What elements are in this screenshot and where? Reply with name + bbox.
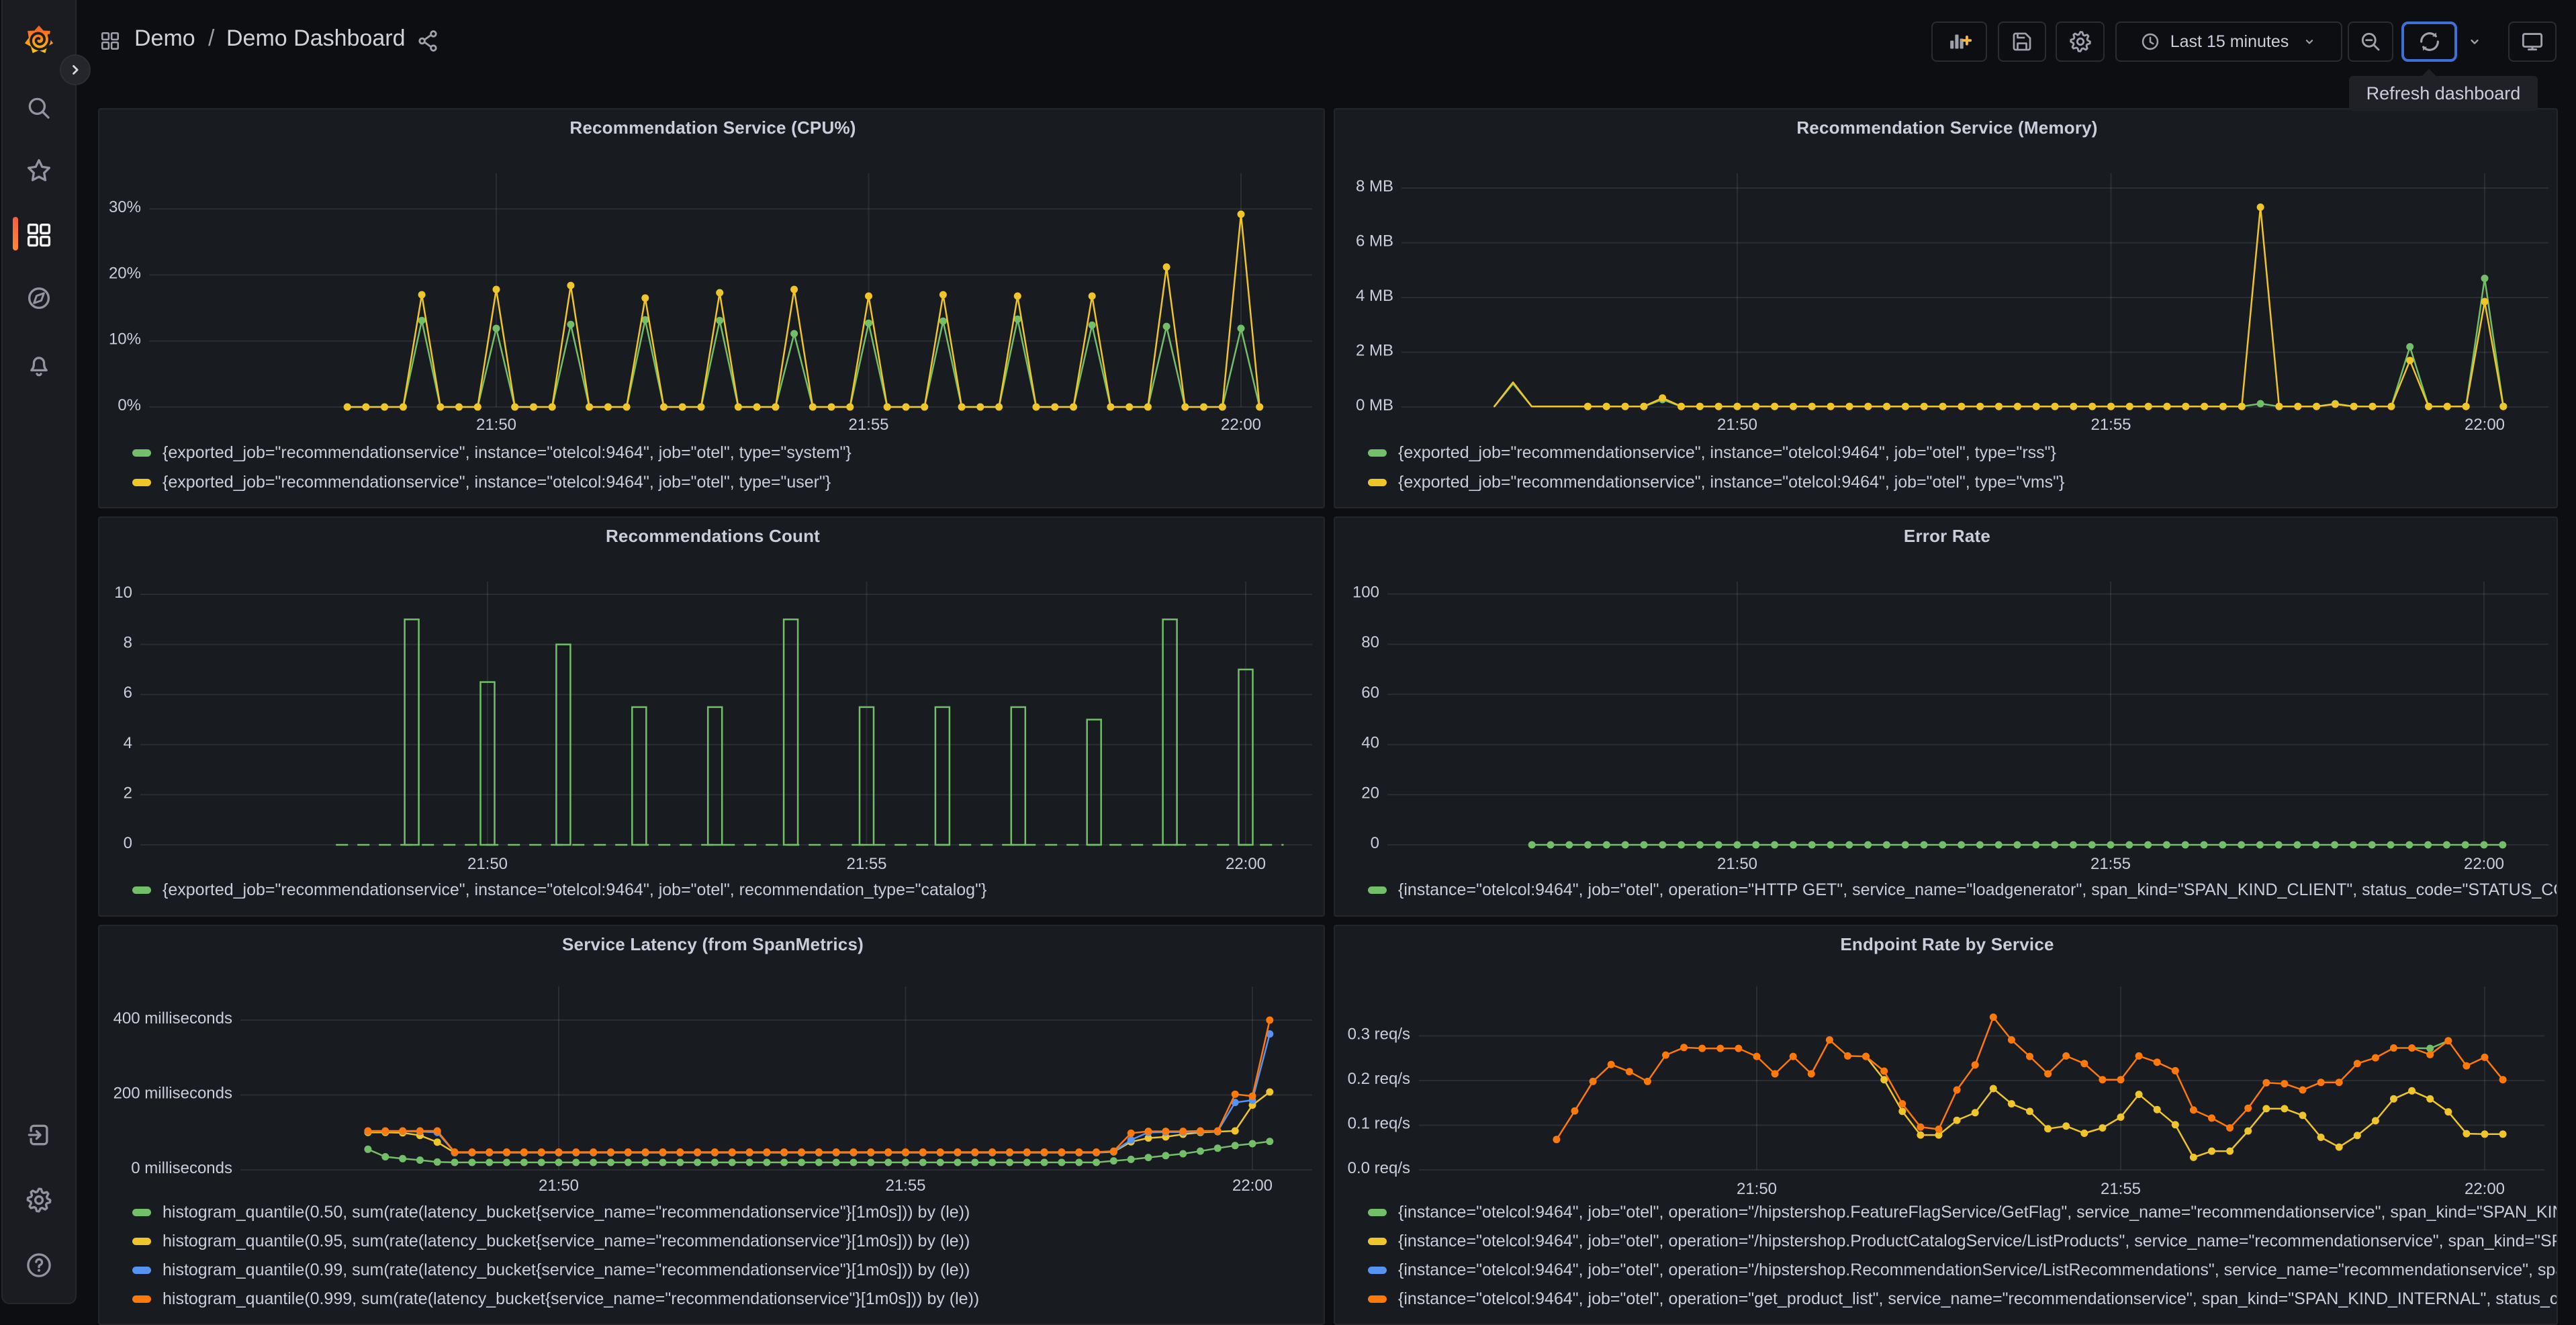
svg-text:21:55: 21:55 [885,1177,925,1195]
svg-text:0: 0 [124,834,132,852]
svg-text:200 milliseconds: 200 milliseconds [113,1085,232,1103]
svg-text:60: 60 [1361,684,1379,702]
svg-text:21:50: 21:50 [1737,1180,1777,1198]
svg-text:21:55: 21:55 [846,855,886,873]
svg-text:80: 80 [1361,633,1379,651]
svg-text:0.1 req/s: 0.1 req/s [1348,1115,1410,1133]
svg-text:0 milliseconds: 0 milliseconds [131,1159,232,1177]
svg-text:22:00: 22:00 [2464,855,2504,873]
svg-text:0.0 req/s: 0.0 req/s [1348,1159,1410,1177]
svg-text:100: 100 [1352,584,1379,602]
svg-text:21:50: 21:50 [539,1177,579,1195]
svg-text:22:00: 22:00 [2465,1180,2505,1198]
svg-text:21:50: 21:50 [1717,416,1757,434]
svg-text:21:55: 21:55 [2090,855,2131,873]
svg-text:0%: 0% [118,396,141,414]
svg-text:22:00: 22:00 [1221,416,1261,434]
svg-text:0 MB: 0 MB [1356,396,1393,414]
svg-text:0.2 req/s: 0.2 req/s [1348,1070,1410,1088]
svg-text:6: 6 [124,684,132,702]
svg-text:6 MB: 6 MB [1356,232,1393,250]
svg-text:21:50: 21:50 [476,416,516,434]
svg-text:4 MB: 4 MB [1356,287,1393,305]
svg-text:10: 10 [114,584,132,602]
svg-text:2 MB: 2 MB [1356,342,1393,360]
svg-text:0: 0 [1371,834,1379,852]
svg-text:2: 2 [124,784,132,802]
svg-text:22:00: 22:00 [1226,855,1266,873]
svg-text:21:50: 21:50 [467,855,508,873]
svg-text:21:55: 21:55 [848,416,888,434]
svg-text:0.3 req/s: 0.3 req/s [1348,1025,1410,1044]
svg-text:21:55: 21:55 [2090,416,2131,434]
svg-text:22:00: 22:00 [1232,1177,1273,1195]
svg-text:22:00: 22:00 [2465,416,2505,434]
svg-text:400 milliseconds: 400 milliseconds [113,1009,232,1027]
svg-text:8 MB: 8 MB [1356,177,1393,195]
svg-text:20: 20 [1361,784,1379,802]
svg-text:10%: 10% [109,330,141,349]
svg-text:21:50: 21:50 [1717,855,1757,873]
svg-text:21:55: 21:55 [2101,1180,2141,1198]
svg-text:4: 4 [124,734,132,752]
svg-text:8: 8 [124,634,132,652]
svg-text:40: 40 [1361,734,1379,752]
svg-text:20%: 20% [109,264,141,282]
svg-text:30%: 30% [109,198,141,216]
